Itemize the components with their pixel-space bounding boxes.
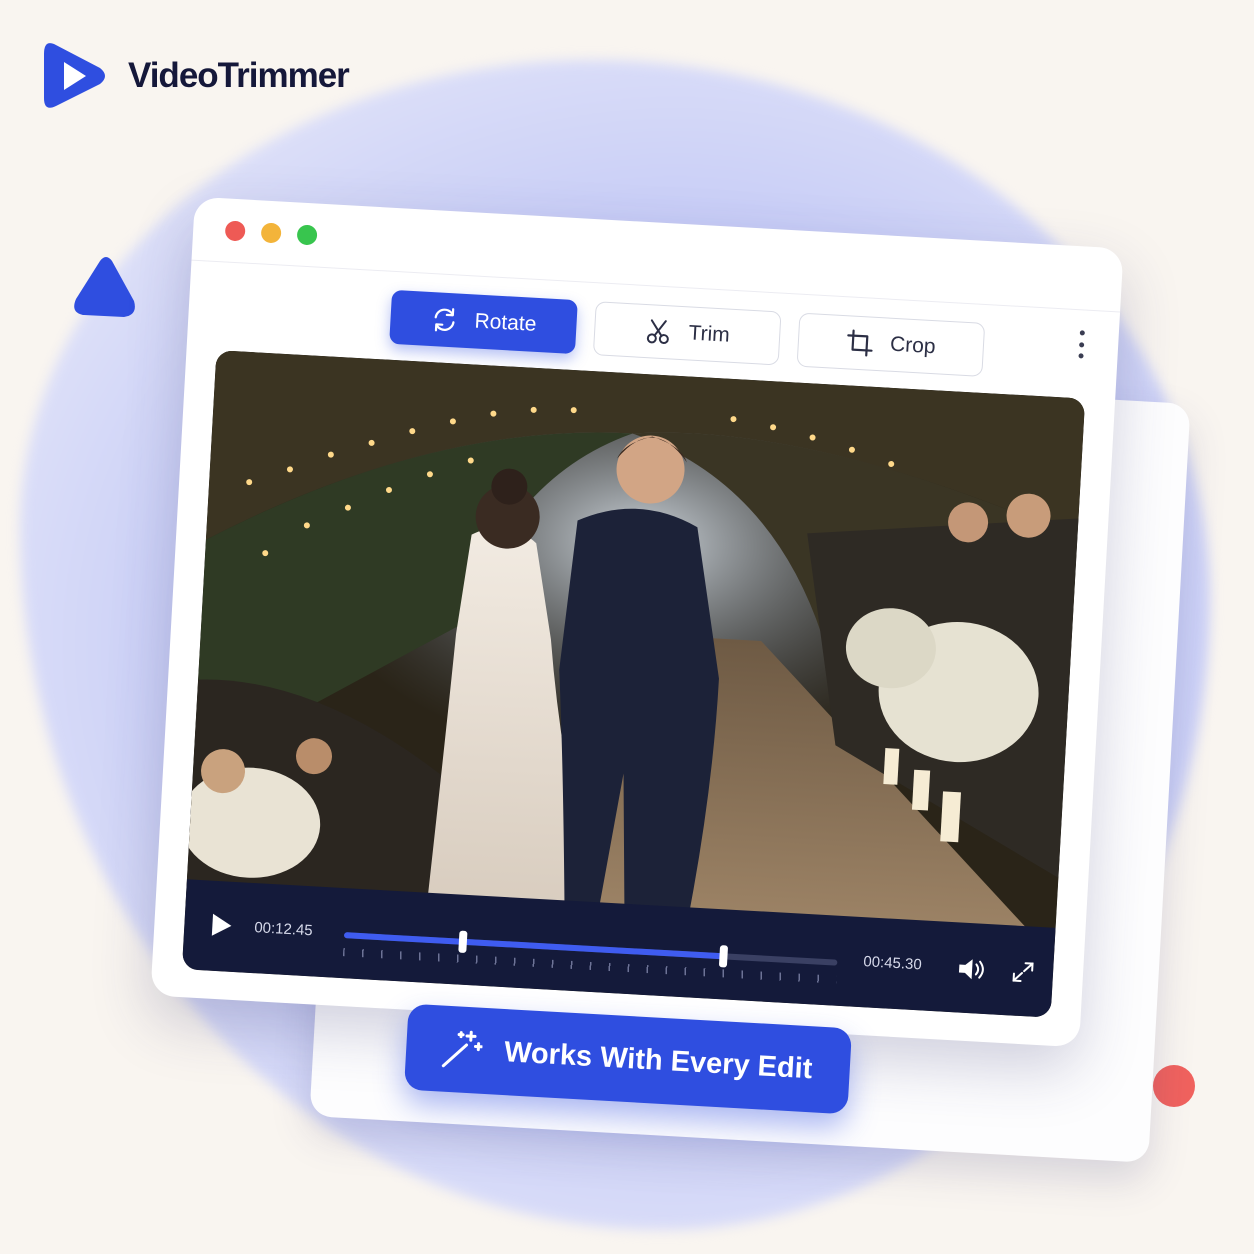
brand-name: VideoTrimmer [128, 56, 350, 95]
decorative-dot [1153, 1065, 1195, 1107]
minimize-window-button[interactable] [260, 221, 282, 244]
video-preview[interactable]: 00:12.45 00:45.30 [181, 350, 1086, 1018]
volume-icon[interactable] [956, 955, 987, 983]
trim-end-handle[interactable] [719, 945, 729, 968]
crop-label: Crop [889, 332, 937, 359]
magic-wand-icon [441, 1030, 483, 1068]
scissors-icon [647, 319, 670, 345]
badge-text: Works With Every Edit [503, 1035, 814, 1085]
play-logo-icon [44, 43, 105, 108]
trim-timeline[interactable] [343, 930, 838, 968]
maximize-window-button[interactable] [296, 223, 318, 246]
brand-logo: VideoTrimmer [40, 40, 350, 112]
play-icon[interactable] [210, 913, 233, 938]
close-window-button[interactable] [224, 219, 246, 242]
trim-button[interactable]: Trim [592, 301, 782, 366]
trim-start-handle[interactable] [457, 930, 468, 953]
crop-button[interactable]: Crop [796, 312, 986, 377]
rotate-button[interactable]: Rotate [389, 289, 578, 355]
current-time: 00:12.45 [253, 919, 314, 940]
total-time: 00:45.30 [862, 953, 923, 974]
fullscreen-icon[interactable] [1010, 959, 1035, 984]
editor-window: Rotate Trim Crop 00:12.45 00:45.30 [150, 196, 1124, 1048]
decorative-triangle [74, 257, 135, 317]
trim-label: Trim [687, 321, 731, 347]
rotate-icon [434, 308, 455, 332]
wedding-video-frame [185, 350, 1086, 958]
more-options-icon[interactable] [1073, 330, 1089, 359]
crop-icon [847, 329, 873, 357]
timeline-ticks [342, 948, 837, 984]
rotate-label: Rotate [473, 309, 538, 336]
